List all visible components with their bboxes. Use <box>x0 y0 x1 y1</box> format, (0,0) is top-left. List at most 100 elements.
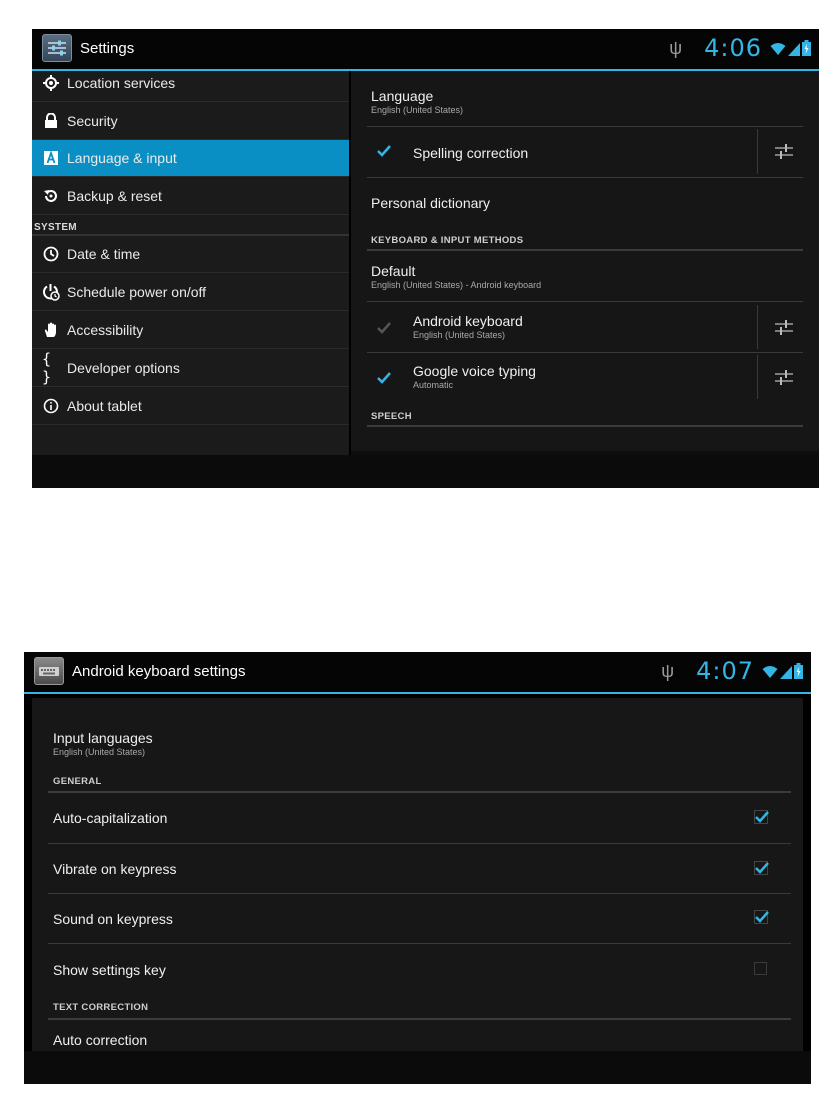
auto-correction-label: Auto correction <box>53 1032 148 1048</box>
settings-app-icon[interactable] <box>42 34 72 62</box>
page-title: Android keyboard settings <box>72 663 246 680</box>
usb-icon: ψ <box>669 37 683 58</box>
input-languages-row[interactable]: Input languages English (United States) <box>53 730 153 757</box>
android-keyboard-checkbox[interactable] <box>376 321 392 335</box>
usb-icon: ψ <box>661 660 675 681</box>
language-input-panel: Language English (United States) Spellin… <box>351 71 819 455</box>
tune-settings-icon[interactable] <box>774 369 794 387</box>
divider <box>367 352 803 353</box>
vibrate-checkbox[interactable] <box>754 861 770 875</box>
language-title: Language <box>371 88 434 104</box>
auto-capitalization-label: Auto-capitalization <box>53 810 168 826</box>
detail-card: Language English (United States) Spellin… <box>351 71 819 451</box>
divider <box>48 1018 791 1020</box>
personal-dictionary-label: Personal dictionary <box>371 195 491 211</box>
google-voice-typing-row[interactable]: Google voice typing Automatic <box>413 363 536 390</box>
section-header-keyboard: KEYBOARD & INPUT METHODS <box>371 235 524 246</box>
section-header-text-correction: TEXT CORRECTION <box>53 1002 149 1013</box>
divider <box>48 943 791 944</box>
personal-dictionary-row[interactable]: Personal dictionary <box>371 195 490 211</box>
input-languages-title: Input languages <box>53 730 153 746</box>
sidebar-item-schedule-power[interactable]: Schedule power on/off <box>32 274 349 311</box>
voice-typing-label: Google voice typing <box>413 363 536 379</box>
section-header-general: GENERAL <box>53 776 102 787</box>
vibrate-label: Vibrate on keypress <box>53 861 177 877</box>
power-schedule-icon <box>42 283 60 301</box>
show-settings-key-checkbox[interactable] <box>754 962 770 976</box>
sidebar-item-accessibility[interactable]: Accessibility <box>32 312 349 349</box>
sidebar-item-label: Backup & reset <box>67 188 162 204</box>
sidebar-item-label: About tablet <box>67 398 142 414</box>
android-keyboard-row[interactable]: Android keyboard English (United States) <box>413 313 523 340</box>
clock: 4:06 <box>704 34 762 62</box>
sidebar-item-security[interactable]: Security <box>32 103 349 140</box>
battery-icon <box>794 663 803 679</box>
signal-icon <box>788 43 800 56</box>
sidebar-item-label: Language & input <box>67 150 177 166</box>
divider <box>367 249 803 251</box>
section-header-speech: SPEECH <box>371 411 412 422</box>
auto-capitalization-checkbox[interactable] <box>754 810 770 824</box>
sound-checkbox[interactable] <box>754 910 770 924</box>
hand-icon <box>42 321 60 339</box>
android-keyboard-subtitle: English (United States) <box>413 330 506 340</box>
divider <box>367 126 803 127</box>
sidebar-item-label: Developer options <box>67 360 180 376</box>
sidebar-item-label: Location services <box>67 75 176 91</box>
sidebar-item-location-services[interactable]: Location services <box>32 65 349 102</box>
divider <box>757 129 758 174</box>
lock-icon <box>42 112 60 130</box>
wifi-icon <box>762 666 778 678</box>
voice-typing-subtitle: Automatic <box>413 380 454 390</box>
language-row[interactable]: Language English (United States) <box>371 88 463 115</box>
voice-typing-checkbox[interactable] <box>376 371 392 385</box>
default-subtitle: English (United States) - Android keyboa… <box>371 280 542 290</box>
spelling-checkbox[interactable] <box>376 144 392 158</box>
divider <box>48 791 791 793</box>
spelling-correction-label: Spelling correction <box>413 145 529 161</box>
section-header-system: SYSTEM <box>34 222 77 233</box>
divider <box>48 893 791 894</box>
sound-on-keypress-row[interactable]: Sound on keypress <box>53 911 173 927</box>
keyboard-app-icon[interactable] <box>34 657 64 685</box>
show-settings-key-label: Show settings key <box>53 962 166 978</box>
divider <box>757 305 758 349</box>
status-bar: ψ 4:06 <box>669 33 811 63</box>
spelling-correction-row[interactable]: Spelling correction <box>413 145 528 161</box>
sidebar-item-date-time[interactable]: Date & time <box>32 236 349 273</box>
divider <box>367 177 803 178</box>
input-languages-subtitle: English (United States) <box>53 747 146 757</box>
signal-icon <box>780 666 792 679</box>
info-icon <box>42 397 60 415</box>
sidebar-item-developer-options[interactable]: { } Developer options <box>32 350 349 387</box>
action-bar: Android keyboard settings ψ 4:07 <box>24 652 811 694</box>
auto-correction-row[interactable]: Auto correction <box>53 1032 147 1048</box>
divider <box>48 843 791 844</box>
location-icon <box>42 74 60 92</box>
divider <box>367 425 803 427</box>
page-title: Settings <box>80 40 135 57</box>
language-icon <box>42 149 60 167</box>
keyboard-settings-list: Input languages English (United States) … <box>32 698 803 1051</box>
sidebar-item-backup-reset[interactable]: Backup & reset <box>32 178 349 215</box>
status-bar: ψ 4:07 <box>661 656 803 686</box>
show-settings-key-row[interactable]: Show settings key <box>53 962 166 978</box>
navigation-bar <box>32 455 819 488</box>
divider <box>367 301 803 302</box>
auto-capitalization-row[interactable]: Auto-capitalization <box>53 810 167 826</box>
clock: 4:07 <box>696 657 754 685</box>
navigation-bar <box>24 1051 811 1084</box>
battery-icon <box>802 40 811 56</box>
android-keyboard-label: Android keyboard <box>413 313 523 329</box>
sidebar-item-language-input[interactable]: Language & input <box>32 140 349 177</box>
default-keyboard-row[interactable]: Default English (United States) - Androi… <box>371 263 541 290</box>
tune-settings-icon[interactable] <box>774 319 794 337</box>
settings-list: Location services Security Language & in… <box>32 71 349 455</box>
vibrate-on-keypress-row[interactable]: Vibrate on keypress <box>53 861 176 877</box>
divider <box>757 355 758 399</box>
sidebar-item-label: Date & time <box>67 246 141 262</box>
wifi-icon <box>770 43 786 55</box>
settings-screen: Settings ψ 4:06 Location services Securi… <box>32 29 819 488</box>
sidebar-item-about-tablet[interactable]: About tablet <box>32 388 349 425</box>
tune-settings-icon[interactable] <box>774 143 794 161</box>
